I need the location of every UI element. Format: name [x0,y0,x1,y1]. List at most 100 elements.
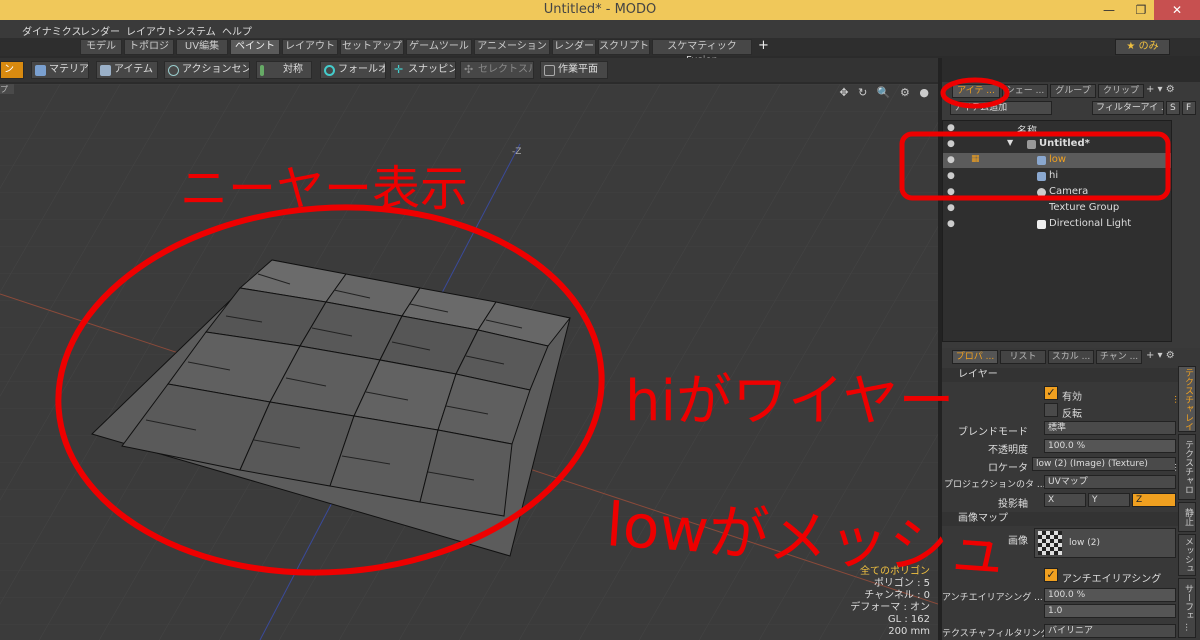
blend-mode-dropdown[interactable]: 標準 [1044,421,1176,435]
material-icon [35,65,46,76]
add-item-dropdown[interactable]: アイテム追加 [950,101,1052,115]
image-label: 画像 [1008,536,1028,547]
side-tab-static[interactable]: 静止 [1178,502,1196,532]
projection-type-label: プロジェクションのタ ... [944,480,1046,490]
tree-row-scene[interactable]: ● ▼ Untitled* [943,137,1171,152]
tree-row-camera[interactable]: ● Camera [943,185,1171,200]
work-plane-button[interactable]: 作業平面 [540,61,608,79]
mode-button[interactable]: ン [0,61,24,79]
visibility-eye-icon[interactable]: ● [947,187,958,197]
select-through-icon: ✣ [464,63,474,76]
projection-type-dropdown[interactable]: UVマップ [1044,475,1176,489]
item-tree[interactable]: ● 名称 ● ▼ Untitled* ● ▦ low ● hi ● Camera… [942,120,1172,342]
mesh-icon [1037,156,1046,165]
enable-checkbox[interactable]: ✓ [1044,386,1058,400]
tree-header: ● 名称 [943,121,1171,137]
tab-groups[interactable]: グループ [1050,84,1096,98]
tree-row-light[interactable]: ● Directional Light [943,217,1171,232]
action-center-label: アクションセンター [182,64,249,75]
minimize-button[interactable]: — [1094,0,1124,20]
tab-script[interactable]: スクリプト [598,39,650,55]
texture-filtering-dropdown[interactable]: バイリニア [1044,624,1176,638]
maximize-button[interactable]: ❐ [1126,0,1156,20]
antialias-strength-label: アンチエイリアシング ... [942,593,1043,603]
tab-scale[interactable]: スカル ... [1048,350,1094,364]
locator-dropdown[interactable]: low (2) (Image) (Texture) [1032,457,1176,471]
visibility-eye-icon[interactable]: ● [947,155,958,165]
tab-setup[interactable]: セットアップ [340,39,404,55]
s-button[interactable]: S [1166,101,1180,115]
tree-row-texture-group[interactable]: ● Texture Group [943,201,1171,216]
tab-schematic-fusion[interactable]: スケマティックFusion [652,39,752,66]
item-button[interactable]: アイテム [96,61,158,79]
blend-mode-label: ブレンドモード [958,427,1028,438]
opacity-field[interactable]: 100.0 % [1044,439,1176,453]
symmetry-button[interactable]: 対称 [256,61,312,79]
tab-topology[interactable]: トポロジ [124,39,174,55]
image-map-section[interactable]: 画像マップ [942,512,1178,526]
menu-render[interactable]: レンダー [80,23,120,38]
projection-axis-label: 投影軸 [998,499,1028,510]
tab-uv-edit[interactable]: UV編集 [176,39,228,55]
strength-field[interactable]: 1.0 [1044,604,1176,618]
add-panel-tab-button[interactable]: + ▾ ⚙ [1146,350,1175,361]
tab-render[interactable]: レンダー [552,39,596,55]
tab-channels[interactable]: チャン ... [1096,350,1142,364]
eye-icon: ● [947,123,955,133]
menu-layout[interactable]: レイアウト [126,23,176,38]
tree-row-hi[interactable]: ● hi [943,169,1171,184]
work-plane-label: 作業平面 [558,64,598,75]
invert-checkbox[interactable] [1044,403,1058,417]
layer-section[interactable]: レイヤー [942,368,1178,382]
add-panel-tab-button[interactable]: + ▾ ⚙ [1146,84,1175,95]
side-tab-surface[interactable]: サーフェ ... [1178,578,1196,638]
falloff-button[interactable]: フォールオフ [320,61,386,79]
side-tab-mesh[interactable]: メッシュ [1178,534,1196,576]
tab-shader[interactable]: シェー ... [1002,84,1048,98]
menu-system[interactable]: システム [176,23,216,38]
name-column-header[interactable]: 名称 [1017,122,1037,137]
visibility-eye-icon[interactable]: ● [947,139,958,149]
tab-clips[interactable]: クリップ [1098,84,1144,98]
tree-item-label: low [1049,154,1067,165]
visibility-eye-icon[interactable]: ● [947,219,958,229]
tab-properties[interactable]: プロパ ... [952,350,998,364]
antialias-checkbox[interactable]: ✓ [1044,568,1058,582]
select-through-button[interactable]: ✣ セレクトスルー [460,61,534,79]
f-button[interactable]: F [1182,101,1196,115]
antialias-strength-field[interactable]: 100.0 % [1044,588,1176,602]
tree-item-label: Texture Group [1049,202,1120,213]
tab-list[interactable]: リスト [1000,350,1046,364]
tab-items[interactable]: アイテ ... [952,84,1000,98]
enable-label: 有効 [1062,392,1082,403]
tree-row-low[interactable]: ● ▦ low [943,153,1171,168]
menu-help[interactable]: ヘルプ [222,23,252,38]
tab-model[interactable]: モデル [80,39,122,55]
3d-viewport[interactable]: プ ✥ ↻ 🔍 ⚙ ● -Z [0,84,938,640]
tab-game-tools[interactable]: ゲームツール [406,39,472,55]
viewport-stats: 全てのポリゴン ポリゴン : 5 チャンネル : 0 デフォーマ : オン GL… [850,566,930,638]
stat-channels: チャンネル : 0 [864,590,930,601]
close-button[interactable]: ✕ [1154,0,1200,20]
action-center-button[interactable]: アクションセンター [164,61,250,79]
add-tab-button[interactable]: + [758,38,769,53]
tab-paint[interactable]: ペイント [230,39,280,55]
work-plane-icon [544,65,555,76]
axis-z-button[interactable]: Z [1132,493,1176,507]
tab-animation[interactable]: アニメーション [474,39,550,55]
snapping-button[interactable]: ✛ スナッピング [390,61,456,79]
axis-y-button[interactable]: Y [1088,493,1130,507]
visibility-eye-icon[interactable]: ● [947,203,958,213]
menu-dynamics[interactable]: ダイナミクス [22,23,82,38]
axis-x-button[interactable]: X [1044,493,1086,507]
lock-icon[interactable]: ▦ [971,154,980,164]
side-tab-texture-layers[interactable]: テクスチャレイ ... [1172,366,1196,432]
locator-label: ロケータ [988,463,1028,474]
side-tab-texture-locator[interactable]: テクスチャロ ... [1172,434,1196,500]
tab-layout[interactable]: レイアウト [282,39,338,55]
visibility-eye-icon[interactable]: ● [947,171,958,181]
favorites-only-toggle[interactable]: ★ のみ [1115,39,1170,55]
filter-items-button[interactable]: フィルターアイ ... [1092,101,1164,115]
expand-chevron-icon[interactable]: ▼ [1007,138,1013,147]
material-button[interactable]: マテリアル [31,61,89,79]
